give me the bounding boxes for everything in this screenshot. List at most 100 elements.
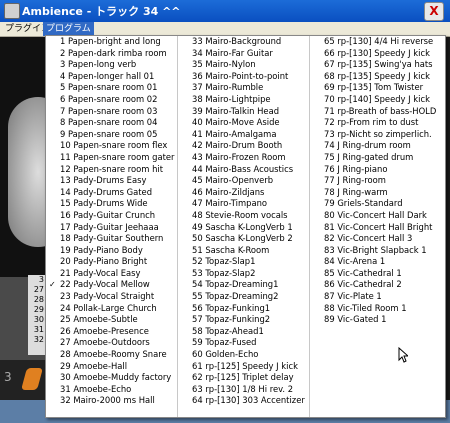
program-menu-item-label: 7 Papen-snare room 03 [60, 105, 158, 116]
program-menu-item[interactable]: 78 J Ring-warm [310, 187, 445, 199]
program-menu-item[interactable]: 24 Pollak-Large Church [46, 303, 177, 315]
program-menu-item[interactable]: 83 Vic-Bright Slapback 1 [310, 245, 445, 257]
program-menu-item[interactable]: 55 Topaz-Dreaming2 [178, 291, 309, 303]
program-menu-item[interactable]: 4 Papen-longer hall 01 [46, 71, 177, 83]
program-menu-item[interactable]: 12 Papen-snare room hit [46, 164, 177, 176]
menu-program[interactable]: プログラム [43, 22, 94, 36]
program-menu-item[interactable]: 81 Vic-Concert Hall Bright [310, 222, 445, 234]
program-menu-item[interactable]: 89 Vic-Gated 1 [310, 314, 445, 326]
program-menu-item[interactable]: 30 Amoebe-Muddy factory [46, 372, 177, 384]
program-menu-item[interactable]: 52 Topaz-Slap1 [178, 256, 309, 268]
program-menu-item[interactable]: 6 Papen-snare room 02 [46, 94, 177, 106]
program-menu-item[interactable]: 25 Amoebe-Subtle [46, 314, 177, 326]
program-menu-item[interactable]: 34 Mairo-Far Guitar [178, 48, 309, 60]
program-menu-item[interactable]: 32 Mairo-2000 ms Hall [46, 395, 177, 407]
program-menu-item[interactable]: 9 Papen-snare room 05 [46, 129, 177, 141]
program-menu-item[interactable]: 16 Pady-Guitar Crunch [46, 210, 177, 222]
program-menu-item[interactable]: 33 Mairo-Background [178, 36, 309, 48]
program-menu-item[interactable]: 67 rp-[135] Swing'ya hats [310, 59, 445, 71]
program-menu-item[interactable]: 27 Amoebe-Outdoors [46, 337, 177, 349]
program-menu-item[interactable]: 7 Papen-snare room 03 [46, 106, 177, 118]
program-menu-item[interactable]: 5 Papen-snare room 01 [46, 82, 177, 94]
program-menu-item[interactable]: 59 Topaz-Fused [178, 337, 309, 349]
program-menu-item[interactable]: 64 rp-[130] 303 Accentizer [178, 395, 309, 407]
program-menu-item[interactable]: 21 Pady-Vocal Easy [46, 268, 177, 280]
program-menu-item-label: 21 Pady-Vocal Easy [60, 267, 141, 278]
program-menu-item-label: 2 Papen-dark rimba room [60, 47, 167, 58]
program-menu-item[interactable]: 13 Pady-Drums Easy [46, 175, 177, 187]
program-menu-item[interactable]: 69 rp-[135] Tom Twister [310, 82, 445, 94]
program-menu-item[interactable]: 82 Vic-Concert Hall 3 [310, 233, 445, 245]
program-menu-item[interactable]: 76 J Ring-piano [310, 164, 445, 176]
program-menu-item[interactable]: 41 Mairo-Amalgama [178, 129, 309, 141]
program-menu-item[interactable]: 61 rp-[125] Speedy J kick [178, 361, 309, 373]
program-menu-item[interactable]: 29 Amoebe-Hall [46, 361, 177, 373]
program-menu-item[interactable]: 51 Sascha K-Room [178, 245, 309, 257]
program-menu-item[interactable]: 74 J Ring-drum room [310, 140, 445, 152]
program-menu-item[interactable]: 36 Mairo-Point-to-point [178, 71, 309, 83]
program-menu-item[interactable]: 17 Pady-Guitar Jeehaaa [46, 222, 177, 234]
program-menu-item[interactable]: 11 Papen-snare room gater [46, 152, 177, 164]
program-menu-item[interactable]: 45 Mairo-Openverb [178, 175, 309, 187]
program-menu-item-label: 18 Pady-Guitar Southern [60, 233, 164, 244]
program-menu-item[interactable]: 79 Griels-Standard [310, 198, 445, 210]
program-menu-item[interactable]: 23 Pady-Vocal Straight [46, 291, 177, 303]
program-menu-item[interactable]: 53 Topaz-Slap2 [178, 268, 309, 280]
program-menu-item[interactable]: 54 Topaz-Dreaming1 [178, 279, 309, 291]
program-menu-item-label: 13 Pady-Drums Easy [60, 175, 147, 186]
track-number: 29 [33, 305, 44, 314]
program-menu-item[interactable]: 70 rp-[140] Speedy J kick [310, 94, 445, 106]
program-menu-item[interactable]: 1 Papen-bright and long [46, 36, 177, 48]
program-menu-item[interactable]: 86 Vic-Cathedral 2 [310, 279, 445, 291]
program-menu-item[interactable]: 77 J Ring-room [310, 175, 445, 187]
program-menu-item[interactable]: 46 Mairo-Zildjans [178, 187, 309, 199]
program-menu-item[interactable]: 18 Pady-Guitar Southern [46, 233, 177, 245]
program-menu-item[interactable]: 68 rp-[135] Speedy J kick [310, 71, 445, 83]
program-menu-item[interactable]: 37 Mairo-Rumble [178, 82, 309, 94]
program-menu-item[interactable]: 43 Mairo-Frozen Room [178, 152, 309, 164]
program-menu-item[interactable]: 60 Golden-Echo [178, 349, 309, 361]
program-menu-item[interactable]: 20 Pady-Piano Bright [46, 256, 177, 268]
program-menu-item[interactable]: 2 Papen-dark rimba room [46, 48, 177, 60]
program-menu-item[interactable]: 40 Mairo-Move Aside [178, 117, 309, 129]
program-menu-item[interactable]: 28 Amoebe-Roomy Snare [46, 349, 177, 361]
program-menu-item[interactable]: 48 Stevie-Room vocals [178, 210, 309, 222]
program-menu-item[interactable]: 38 Mairo-Lightpipe [178, 94, 309, 106]
program-menu-item[interactable]: 56 Topaz-Funking1 [178, 303, 309, 315]
program-menu-item[interactable]: 65 rp-[130] 4/4 Hi reverse [310, 36, 445, 48]
program-menu-item[interactable]: 49 Sascha K-LongVerb 1 [178, 222, 309, 234]
program-menu-item[interactable]: 19 Pady-Piano Body [46, 245, 177, 257]
program-menu-item-label: 63 rp-[130] 1/8 Hi rev. 2 [192, 383, 294, 394]
program-menu-item[interactable]: 72 rp-From rim to dust [310, 117, 445, 129]
program-menu-item-label: 58 Topaz-Ahead1 [192, 325, 264, 336]
program-menu-item[interactable]: 80 Vic-Concert Hall Dark [310, 210, 445, 222]
plugin-graphic [0, 37, 68, 277]
program-menu-item[interactable]: 14 Pady-Drums Gated [46, 187, 177, 199]
program-menu-item[interactable]: 26 Amoebe-Presence [46, 326, 177, 338]
program-menu-item[interactable]: 63 rp-[130] 1/8 Hi rev. 2 [178, 384, 309, 396]
program-menu-item[interactable]: ✓ 22 Pady-Vocal Mellow [46, 279, 177, 291]
program-menu-item[interactable]: 75 J Ring-gated drum [310, 152, 445, 164]
program-menu-item[interactable]: 66 rp-[130] Speedy J kick [310, 48, 445, 60]
program-menu-item[interactable]: 88 Vic-Tiled Room 1 [310, 303, 445, 315]
close-button[interactable]: X [424, 2, 444, 21]
program-menu-item[interactable]: 50 Sascha K-LongVerb 2 [178, 233, 309, 245]
program-menu-item[interactable]: 15 Pady-Drums Wide [46, 198, 177, 210]
program-menu-item[interactable]: 35 Mairo-Nylon [178, 59, 309, 71]
program-menu-item[interactable]: 42 Mairo-Drum Booth [178, 140, 309, 152]
program-menu-item[interactable]: 58 Topaz-Ahead1 [178, 326, 309, 338]
program-menu-item[interactable]: 47 Mairo-Timpano [178, 198, 309, 210]
program-menu-item[interactable]: 84 Vic-Arena 1 [310, 256, 445, 268]
program-menu-item[interactable]: 44 Mairo-Bass Acoustics [178, 164, 309, 176]
program-menu-item[interactable]: 39 Mairo-Talkin Head [178, 106, 309, 118]
program-menu-item[interactable]: 62 rp-[125] Triplet delay [178, 372, 309, 384]
program-menu-item[interactable]: 73 rp-Nicht so zimperlich. [310, 129, 445, 141]
program-menu-item[interactable]: 85 Vic-Cathedral 1 [310, 268, 445, 280]
program-menu-item[interactable]: 10 Papen-snare room flex [46, 140, 177, 152]
program-menu-item[interactable]: 8 Papen-snare room 04 [46, 117, 177, 129]
program-menu-item[interactable]: 3 Papen-long verb [46, 59, 177, 71]
program-menu-item[interactable]: 57 Topaz-Funking2 [178, 314, 309, 326]
program-menu-item[interactable]: 87 Vic-Plate 1 [310, 291, 445, 303]
program-menu-item[interactable]: 31 Amoebe-Echo [46, 384, 177, 396]
program-menu-item[interactable]: 71 rp-Breath of bass-HOLD [310, 106, 445, 118]
